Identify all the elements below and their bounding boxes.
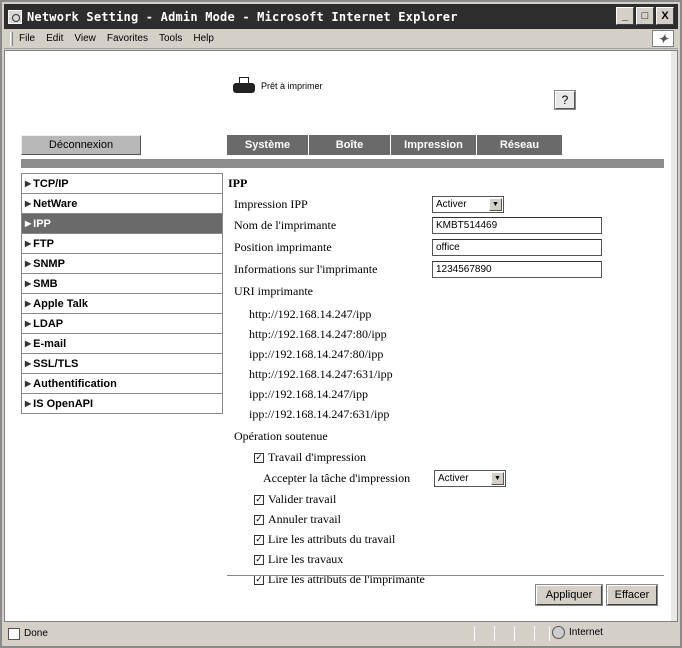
cancel-job-checkbox-row[interactable]: ✓ Annuler travail [254,512,341,527]
sidebar-item-ftp[interactable]: ▶ FTP [22,234,222,254]
window-controls: _ □ X [616,7,674,25]
menu-grip [10,31,13,46]
tab-boite[interactable]: Boîte [309,135,391,155]
maximize-button[interactable]: □ [636,7,654,25]
printer-status: Prêt à imprimer [233,77,323,95]
cancel-job-checkbox[interactable]: ✓ [254,514,264,525]
triangle-right-icon: ▶ [25,339,32,348]
operations-label: Opération soutenue [234,429,328,443]
title-bar: Network Setting - Admin Mode - Microsoft… [4,4,678,29]
ie-app-icon [8,9,22,24]
print-job-checkbox-row[interactable]: ✓ Travail d'impression [254,450,366,465]
sidebar-item-email[interactable]: ▶ E-mail [22,334,222,354]
job-attributes-checkbox-row[interactable]: ✓ Lire les attributs du travail [254,532,395,547]
sidebar-item-ssl-tls[interactable]: ▶ SSL/TLS [22,354,222,374]
uri-item: ipp://192.168.14.247:80/ipp [249,347,384,361]
dropdown-arrow-icon: ▼ [491,472,504,485]
triangle-right-icon: ▶ [25,239,32,248]
logout-button[interactable]: Déconnexion [21,135,141,155]
sidebar-item-ldap[interactable]: ▶ LDAP [22,314,222,334]
uri-item: http://192.168.14.247:631/ipp [249,367,393,381]
sidebar-item-smb[interactable]: ▶ SMB [22,274,222,294]
printer-attributes-checkbox[interactable]: ✓ [254,574,264,585]
validate-job-checkbox-row[interactable]: ✓ Valider travail [254,492,336,507]
printer-location-label: Position imprimante [234,240,332,254]
accept-job-select[interactable]: Activer ▼ [434,470,506,487]
menu-view[interactable]: View [74,33,96,44]
printer-icon [233,77,257,95]
read-jobs-checkbox-row[interactable]: ✓ Lire les travaux [254,552,343,567]
triangle-right-icon: ▶ [25,299,32,308]
sidebar-item-netware[interactable]: ▶ NetWare [22,194,222,214]
print-job-checkbox[interactable]: ✓ [254,452,264,463]
browser-window: Network Setting - Admin Mode - Microsoft… [0,0,682,648]
menu-tools[interactable]: Tools [159,33,182,44]
triangle-right-icon: ▶ [25,359,32,368]
uri-label: URI imprimante [234,284,313,298]
minimize-button[interactable]: _ [616,7,634,25]
menu-help[interactable]: Help [193,33,214,44]
sidebar-item-is-openapi[interactable]: ▶ IS OpenAPI [22,394,222,414]
dropdown-arrow-icon: ▼ [489,198,502,211]
status-text: Done [24,628,48,639]
job-attributes-checkbox[interactable]: ✓ [254,534,264,545]
triangle-right-icon: ▶ [25,219,32,228]
impression-ipp-label: Impression IPP [234,197,308,211]
window-title: Network Setting - Admin Mode - Microsoft… [27,9,458,24]
sidebar-item-authentification[interactable]: ▶ Authentification [22,374,222,394]
header-divider [21,159,664,168]
uri-item: ipp://192.168.14.247/ipp [249,387,369,401]
triangle-right-icon: ▶ [25,279,32,288]
apply-button[interactable]: Appliquer [535,584,603,606]
page-done-icon [8,627,20,640]
triangle-right-icon: ▶ [25,259,32,268]
printer-name-field[interactable]: KMBT514469 [432,217,602,234]
help-button[interactable]: ? [554,90,576,110]
menu-file[interactable]: File [19,33,35,44]
footer-divider [227,575,664,576]
section-title: IPP [228,176,248,190]
printer-name-label: Nom de l'imprimante [234,218,337,232]
sidebar-item-tcpip[interactable]: ▶ TCP/IP [22,174,222,194]
clear-button[interactable]: Effacer [606,584,658,606]
sidebar-item-snmp[interactable]: ▶ SNMP [22,254,222,274]
triangle-right-icon: ▶ [25,179,32,188]
globe-icon [552,626,565,639]
printer-location-field[interactable]: office [432,239,602,256]
uri-item: http://192.168.14.247/ipp [249,307,372,321]
uri-item: http://192.168.14.247:80/ipp [249,327,387,341]
security-zone: Internet [552,626,603,639]
printer-info-label: Informations sur l'imprimante [234,262,378,276]
scrollbar-track [671,51,677,621]
menu-bar: File Edit View Favorites Tools Help ✦ [4,29,678,49]
tab-systeme[interactable]: Système [227,135,309,155]
sidebar-item-ipp[interactable]: ▶ IPP [22,214,222,234]
impression-ipp-select[interactable]: Activer ▼ [432,196,504,213]
sidebar-menu: ▶ TCP/IP ▶ NetWare ▶ IPP ▶ FTP ▶ SNMP ▶ SMB ▶ A… [21,173,223,414]
printer-info-field[interactable]: 1234567890 [432,261,602,278]
accept-job-label: Accepter la tâche d'impression [263,471,411,485]
page-content: Prêt à imprimer ? Déconnexion Système Bo… [4,50,678,622]
triangle-right-icon: ▶ [25,199,32,208]
windows-logo-icon: ✦ [652,30,674,47]
print-job-label: Travail d'impression [268,450,367,464]
menu-favorites[interactable]: Favorites [107,33,148,44]
triangle-right-icon: ▶ [25,319,32,328]
validate-job-checkbox[interactable]: ✓ [254,494,264,505]
zone-label: Internet [569,627,603,638]
close-button[interactable]: X [656,7,674,25]
triangle-right-icon: ▶ [25,399,32,408]
read-jobs-checkbox[interactable]: ✓ [254,554,264,565]
sidebar-item-apple-talk[interactable]: ▶ Apple Talk [22,294,222,314]
uri-item: ipp://192.168.14.247:631/ipp [249,407,390,421]
printer-status-text: Prêt à imprimer [261,81,323,91]
triangle-right-icon: ▶ [25,379,32,388]
menu-edit[interactable]: Edit [46,33,63,44]
status-bar: Done Internet [4,623,678,644]
main-tabs: Système Boîte Impression Réseau [227,135,563,155]
tab-reseau[interactable]: Réseau [477,135,563,155]
tab-impression[interactable]: Impression [391,135,477,155]
